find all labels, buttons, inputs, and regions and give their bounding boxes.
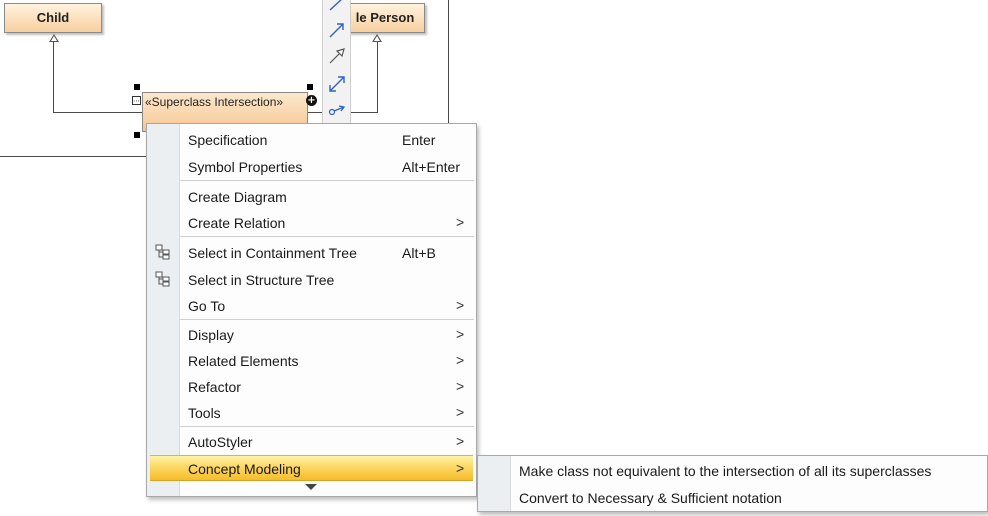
submenu-arrow-icon: >	[456, 297, 465, 313]
resize-handle[interactable]	[134, 132, 140, 138]
resize-handle[interactable]	[307, 84, 313, 90]
diagram-frame-bottom	[0, 156, 146, 157]
submenu-icon-gutter	[478, 456, 511, 511]
scroll-down-arrow-icon[interactable]	[305, 484, 317, 490]
menu-item-create-relation[interactable]: Create Relation >	[147, 210, 476, 236]
smart-manipulator-toolbar	[322, 0, 351, 128]
submenu-arrow-icon: >	[456, 326, 465, 342]
generalization-line	[377, 42, 378, 113]
generalization-arrowhead	[49, 34, 59, 42]
context-menu: Specification Enter Symbol Properties Al…	[146, 123, 477, 497]
submenu-arrow-icon: >	[456, 460, 465, 476]
menu-separator	[180, 319, 474, 320]
menu-item-create-diagram[interactable]: Create Diagram	[147, 184, 476, 210]
submenu-item-make-not-equivalent[interactable]: Make class not equivalent to the interse…	[519, 463, 931, 479]
submenu-arrow-icon: >	[456, 404, 465, 420]
class-person-label: le Person	[355, 10, 415, 25]
resize-handle[interactable]	[134, 84, 140, 90]
menu-item-concept-modeling[interactable]: Concept Modeling >	[150, 455, 473, 481]
generalization-line	[53, 42, 54, 113]
add-compartment-icon[interactable]: +	[306, 95, 317, 106]
submenu-arrow-icon: >	[456, 433, 465, 449]
class-person[interactable]: le Person	[345, 3, 425, 33]
dependency-icon[interactable]	[327, 74, 347, 94]
menu-item-select-in-structure-tree[interactable]: Select in Structure Tree	[147, 267, 476, 293]
menu-separator	[180, 426, 474, 427]
directed-association-icon[interactable]	[327, 20, 347, 40]
structure-tree-icon	[155, 271, 170, 287]
superclass-intersection-label: «Superclass Intersection»	[145, 95, 284, 109]
submenu-arrow-icon: >	[456, 214, 465, 230]
association-icon[interactable]	[327, 0, 347, 20]
containment-tree-icon	[155, 244, 170, 260]
submenu-arrow-icon: >	[456, 352, 465, 368]
menu-item-symbol-properties[interactable]: Symbol Properties Alt+Enter	[147, 154, 476, 180]
menu-item-autostyler[interactable]: AutoStyler >	[147, 429, 476, 455]
menu-item-refactor[interactable]: Refactor >	[147, 374, 476, 400]
generalization-arrowhead	[372, 34, 382, 42]
menu-separator	[180, 180, 474, 181]
class-child[interactable]: Child	[4, 3, 102, 33]
menu-item-related-elements[interactable]: Related Elements >	[147, 348, 476, 374]
menu-item-display[interactable]: Display >	[147, 322, 476, 348]
menu-item-specification[interactable]: Specification Enter	[147, 127, 476, 153]
concept-modeling-submenu: Make class not equivalent to the interse…	[477, 455, 988, 512]
shape-options-icon[interactable]: ⋯	[132, 96, 141, 105]
menu-item-select-in-containment-tree[interactable]: Select in Containment Tree Alt+B	[147, 240, 476, 266]
menu-item-go-to[interactable]: Go To >	[147, 293, 476, 319]
menu-item-tools[interactable]: Tools >	[147, 400, 476, 426]
generalization-icon[interactable]	[327, 46, 347, 66]
generalization-line	[53, 112, 143, 113]
submenu-item-convert-notation[interactable]: Convert to Necessary & Sufficient notati…	[519, 490, 782, 506]
class-child-label: Child	[36, 10, 70, 25]
menu-separator	[180, 236, 474, 237]
usage-icon[interactable]	[327, 100, 347, 120]
submenu-arrow-icon: >	[456, 378, 465, 394]
